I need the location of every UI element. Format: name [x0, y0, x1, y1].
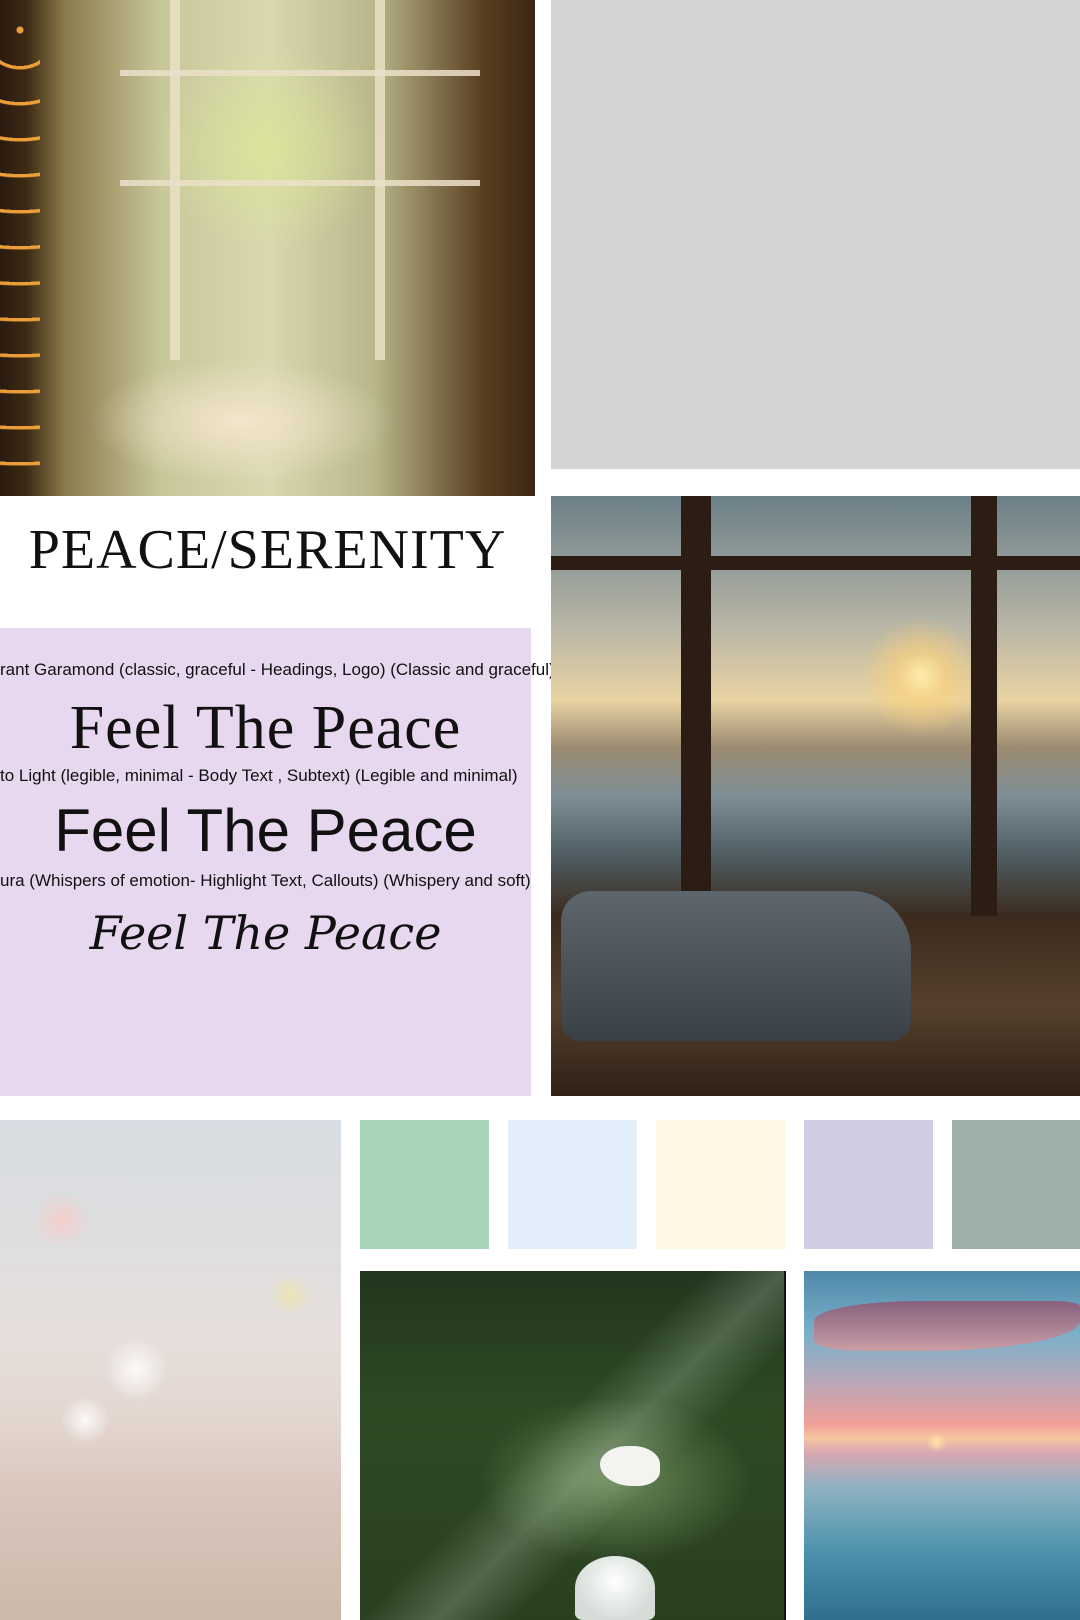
- floor-cushion: [561, 891, 911, 1041]
- font-sample-sans: Feel The Peace: [54, 797, 477, 864]
- color-swatch-sage: [952, 1120, 1080, 1249]
- lake-porch-sunset-photo: [551, 496, 1080, 1096]
- font-note-highlight: ura (Whispers of emotion- Highlight Text…: [0, 871, 531, 890]
- sunset-sea-photo: [804, 1271, 1080, 1620]
- dove-lotus-photo: [360, 1271, 786, 1620]
- porch-beam: [551, 556, 1080, 570]
- flower-field-photo: [0, 1120, 341, 1620]
- lotus-flower: [575, 1556, 655, 1620]
- cozy-window-nook-photo: [0, 0, 535, 496]
- color-swatch-cream: [656, 1120, 785, 1249]
- page-title: PEACE/SERENITY: [28, 519, 507, 581]
- color-swatch-light-blue: [508, 1120, 637, 1249]
- sunset-cloud: [814, 1301, 1080, 1351]
- string-lights: [0, 0, 40, 496]
- font-note-body: to Light (legible, minimal - Body Text ,…: [0, 766, 518, 785]
- window-mullion: [120, 70, 480, 76]
- font-sample-script: Feel The Peace: [89, 906, 442, 960]
- color-swatch-mint: [360, 1120, 489, 1249]
- font-sample-serif: Feel The Peace: [69, 694, 462, 762]
- image-placeholder: [551, 0, 1080, 469]
- dove: [600, 1446, 660, 1486]
- window-mullion: [120, 180, 480, 186]
- font-note-heading: rant Garamond (classic, graceful - Headi…: [0, 660, 555, 679]
- color-swatch-lavender: [804, 1120, 933, 1249]
